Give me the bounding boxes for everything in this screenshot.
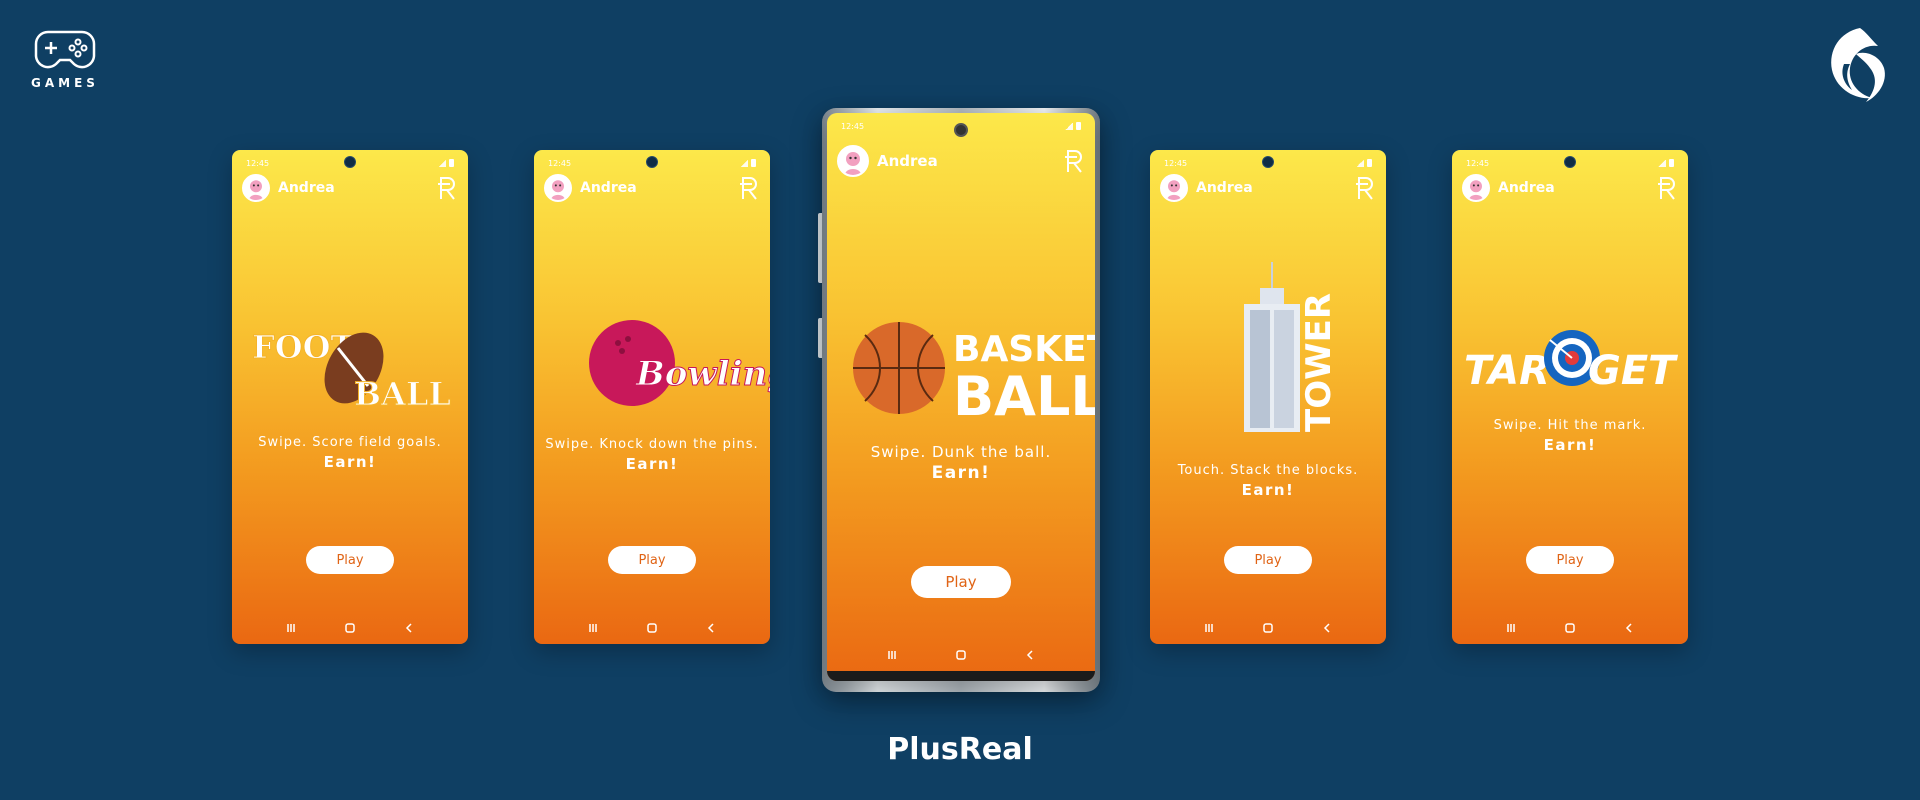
- avatar[interactable]: [544, 174, 572, 202]
- battery-icon: [1669, 159, 1674, 167]
- avatar[interactable]: [837, 145, 869, 177]
- status-time: 12:45: [246, 158, 270, 168]
- camera-hole: [954, 123, 968, 137]
- tagline: Swipe. Knock down the pins.: [545, 437, 759, 452]
- target-art: TAR GET: [1452, 328, 1688, 398]
- phone-basketball: 12:45 Andrea BASKET BALL Swipe. Dunk the…: [827, 113, 1095, 681]
- title-line2: BALL: [354, 375, 451, 413]
- title-line2: BALL: [953, 365, 1095, 428]
- play-button[interactable]: Play: [1224, 546, 1312, 574]
- camera-hole: [1564, 156, 1576, 168]
- tagline: Swipe. Score field goals.: [258, 435, 442, 450]
- r-coin-icon[interactable]: [1354, 175, 1376, 201]
- avatar-icon: [1464, 176, 1488, 200]
- user-name: Andrea: [278, 180, 335, 196]
- recent-apps-icon[interactable]: [587, 622, 599, 634]
- user-name: Andrea: [877, 152, 938, 170]
- home-icon[interactable]: [1262, 622, 1274, 634]
- gamepad-icon: [34, 30, 96, 69]
- r-coin-icon[interactable]: [1656, 175, 1678, 201]
- signal-icon: [740, 159, 748, 167]
- status-time: 12:45: [841, 121, 865, 131]
- recent-apps-icon[interactable]: [1203, 622, 1215, 634]
- earn-label: Earn!: [1241, 481, 1295, 499]
- back-icon[interactable]: [705, 622, 717, 634]
- play-button[interactable]: Play: [911, 566, 1011, 598]
- battery-icon: [751, 159, 756, 167]
- camera-hole: [344, 156, 356, 168]
- signal-icon: [1356, 159, 1364, 167]
- avatar[interactable]: [1462, 174, 1490, 202]
- battery-icon: [1367, 159, 1372, 167]
- avatar-icon: [244, 176, 268, 200]
- power-button: [818, 318, 822, 358]
- title-line1: TOWER: [1299, 293, 1339, 432]
- recent-apps-icon[interactable]: [1505, 622, 1517, 634]
- basketball-art: BASKET BALL: [827, 313, 1095, 428]
- recent-apps-icon[interactable]: [886, 649, 898, 661]
- earn-label: Earn!: [1543, 436, 1597, 454]
- camera-hole: [1262, 156, 1274, 168]
- home-icon[interactable]: [646, 622, 658, 634]
- status-time: 12:45: [1164, 158, 1188, 168]
- battery-icon: [449, 159, 454, 167]
- status-time: 12:45: [1466, 158, 1490, 168]
- back-icon[interactable]: [1321, 622, 1333, 634]
- footer-title: PlusReal: [887, 732, 1033, 767]
- phone-tower: 12:45 Andrea TOWER Touch. Stack the bloc…: [1150, 150, 1386, 644]
- user-name: Andrea: [1498, 180, 1555, 196]
- title-line1: BASKET: [953, 329, 1095, 370]
- recent-apps-icon[interactable]: [285, 622, 297, 634]
- user-name: Andrea: [1196, 180, 1253, 196]
- signal-icon: [438, 159, 446, 167]
- earn-label: Earn!: [323, 453, 377, 471]
- home-icon[interactable]: [955, 649, 967, 661]
- play-button[interactable]: Play: [1526, 546, 1614, 574]
- back-icon[interactable]: [403, 622, 415, 634]
- avatar-icon: [546, 176, 570, 200]
- phone-bowling: 12:45 Andrea Bowling Swipe. Knock down t…: [534, 150, 770, 644]
- signal-icon: [1658, 159, 1666, 167]
- phone-football: 12:45 Andrea FOOT BALL Swipe. Score fiel…: [232, 150, 468, 644]
- user-name: Andrea: [580, 180, 637, 196]
- play-button[interactable]: Play: [608, 546, 696, 574]
- avatar[interactable]: [1160, 174, 1188, 202]
- r-coin-icon[interactable]: [436, 175, 458, 201]
- camera-hole: [646, 156, 658, 168]
- phone-target: 12:45 Andrea TAR GET Swipe. Hit the mark…: [1452, 150, 1688, 644]
- play-button[interactable]: Play: [306, 546, 394, 574]
- tower-art: TOWER: [1150, 260, 1386, 440]
- device-bezel: [827, 671, 1095, 681]
- back-icon[interactable]: [1024, 649, 1036, 661]
- games-label: GAMES: [31, 76, 99, 90]
- bird-logo-icon: [1831, 28, 1885, 102]
- home-icon[interactable]: [1564, 622, 1576, 634]
- title-line2: GET: [1588, 348, 1678, 394]
- bowling-art: Bowling: [534, 315, 770, 415]
- football-art: FOOT BALL: [232, 320, 468, 414]
- volume-button: [818, 213, 822, 283]
- tagline: Swipe. Hit the mark.: [1493, 418, 1647, 433]
- earn-label: Earn!: [625, 455, 679, 473]
- avatar-icon: [1162, 176, 1186, 200]
- games-brand: GAMES: [28, 28, 102, 90]
- status-time: 12:45: [548, 158, 572, 168]
- battery-icon: [1076, 122, 1081, 130]
- back-icon[interactable]: [1623, 622, 1635, 634]
- tagline: Touch. Stack the blocks.: [1177, 463, 1359, 478]
- r-coin-icon[interactable]: [1063, 148, 1085, 174]
- avatar[interactable]: [242, 174, 270, 202]
- signal-icon: [1065, 122, 1073, 130]
- avatar-icon: [839, 147, 867, 175]
- r-coin-icon[interactable]: [738, 175, 760, 201]
- tagline: Swipe. Dunk the ball.: [870, 443, 1052, 461]
- earn-label: Earn!: [931, 463, 991, 483]
- title-line1: Bowling: [635, 354, 770, 394]
- title-line1: TAR: [1464, 348, 1550, 394]
- home-icon[interactable]: [344, 622, 356, 634]
